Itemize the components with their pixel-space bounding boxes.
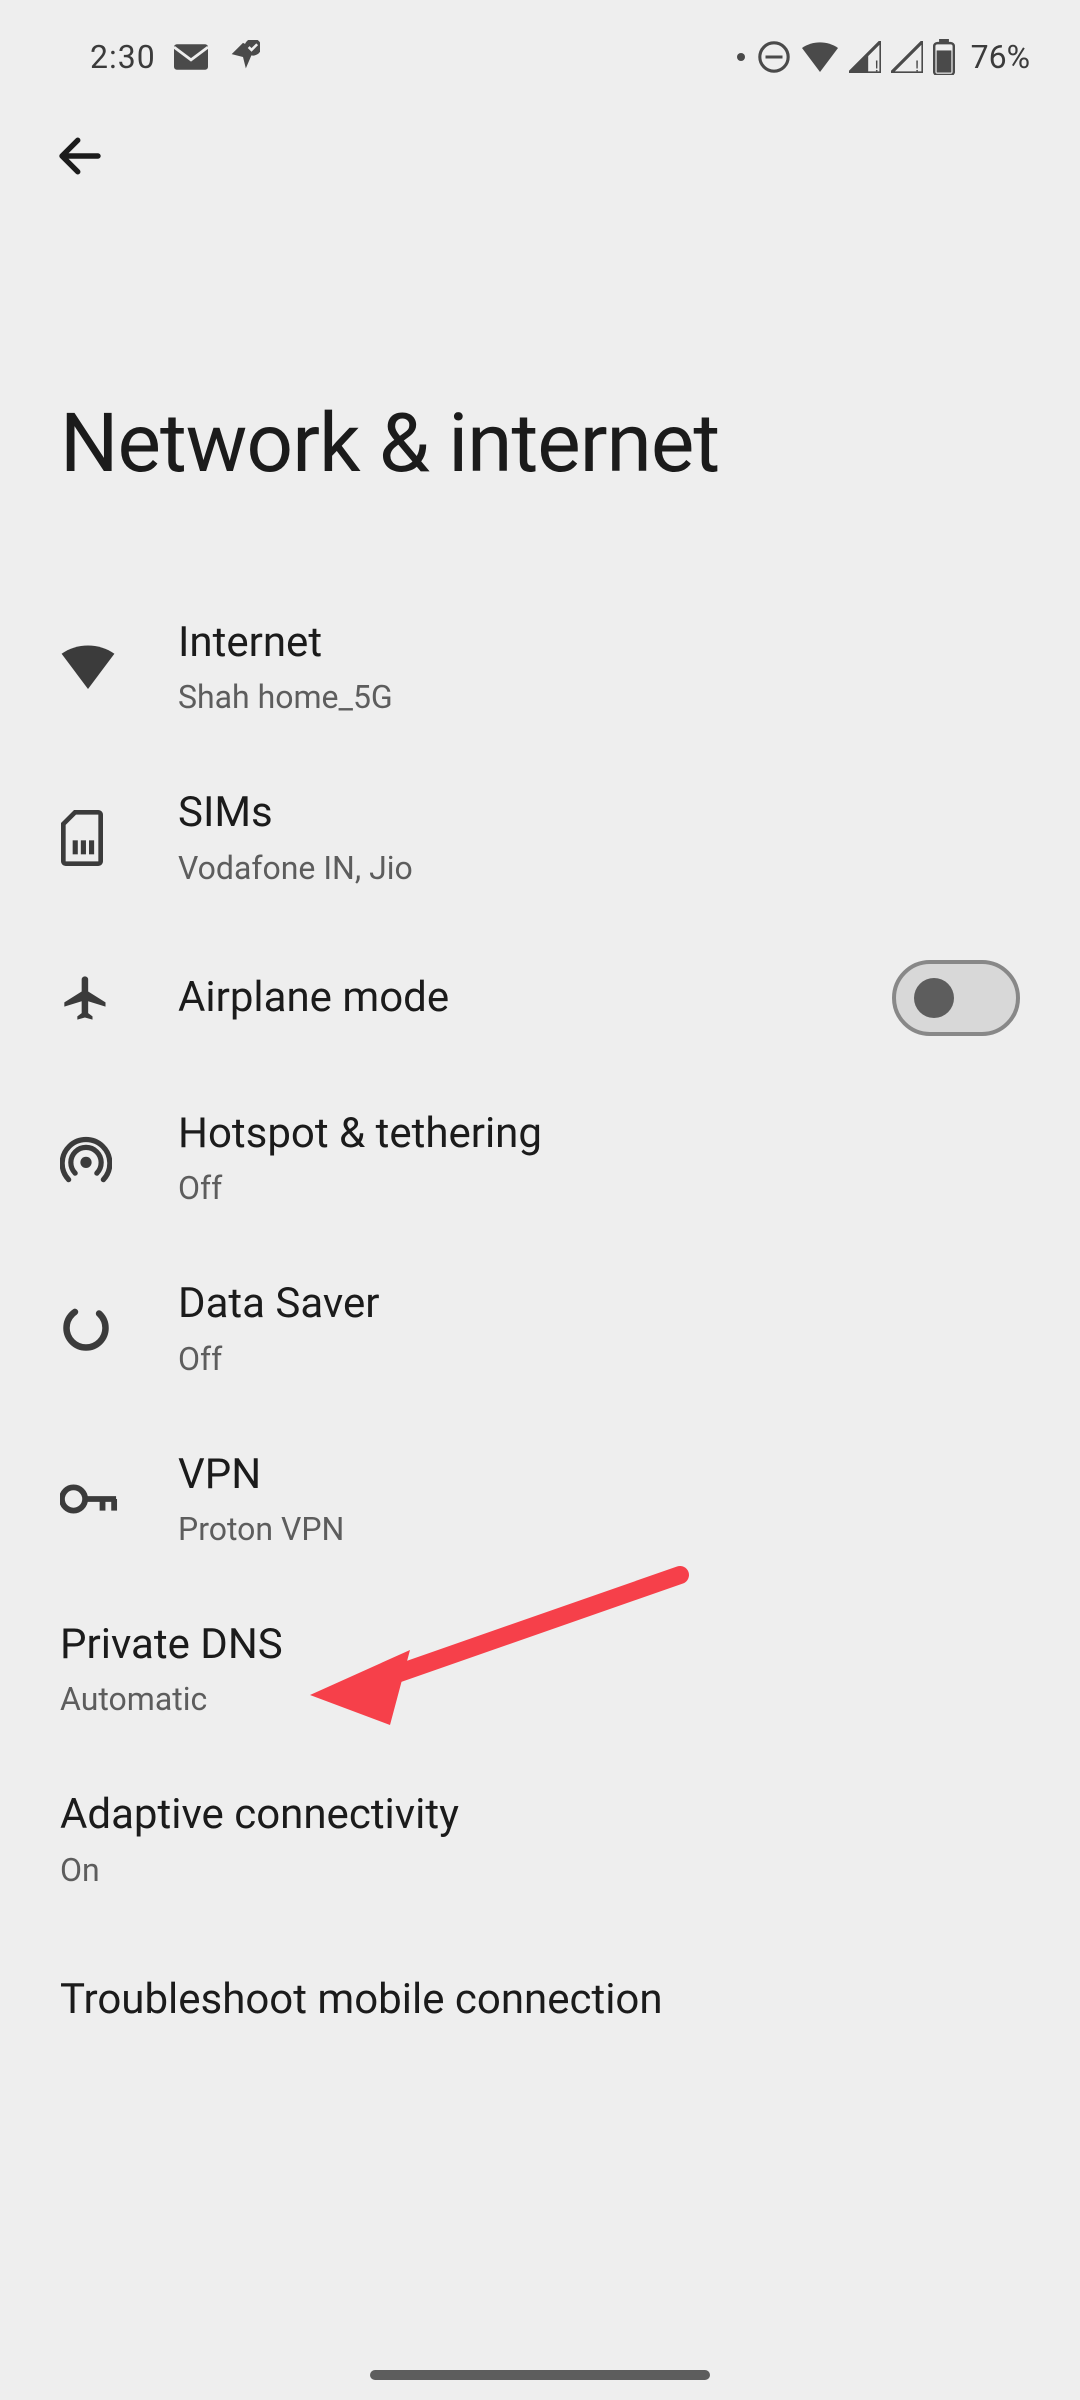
data-saver-icon — [60, 1302, 178, 1354]
setting-adaptive-connectivity[interactable]: Adaptive connectivity On — [0, 1754, 1080, 1924]
setting-sims[interactable]: SIMs Vodafone IN, Jio — [0, 752, 1080, 922]
hotspot-icon — [60, 1132, 178, 1184]
setting-subtitle: Vodafone IN, Jio — [178, 849, 1020, 887]
setting-data-saver[interactable]: Data Saver Off — [0, 1243, 1080, 1413]
mail-icon — [174, 44, 208, 70]
setting-title: SIMs — [178, 788, 1020, 838]
dot-icon — [735, 51, 747, 63]
page-title: Network & internet — [0, 186, 1080, 582]
do-not-disturb-icon — [757, 40, 791, 74]
gesture-bar — [370, 2370, 710, 2380]
setting-title: Troubleshoot mobile connection — [60, 1975, 1020, 2025]
setting-subtitle: Off — [178, 1340, 1020, 1378]
airplane-toggle[interactable] — [892, 960, 1020, 1036]
battery-icon — [933, 39, 955, 75]
setting-troubleshoot[interactable]: Troubleshoot mobile connection — [0, 1925, 1080, 2075]
setting-title: VPN — [178, 1450, 1020, 1500]
setting-airplane-mode[interactable]: Airplane mode — [0, 923, 1080, 1073]
settings-list: Internet Shah home_5G SIMs Vodafone IN, … — [0, 582, 1080, 2075]
cell-signal-1-icon: ! — [849, 41, 881, 73]
sim-icon — [60, 810, 178, 866]
wifi-icon — [801, 42, 839, 72]
svg-text:!: ! — [874, 56, 878, 73]
toolbar — [0, 90, 1080, 186]
setting-subtitle: Off — [178, 1169, 1020, 1207]
setting-title: Adaptive connectivity — [60, 1790, 1020, 1840]
location-check-icon — [226, 40, 260, 74]
arrow-left-icon — [53, 129, 107, 183]
setting-title: Data Saver — [178, 1279, 1020, 1329]
setting-title: Private DNS — [60, 1620, 1020, 1670]
setting-title: Hotspot & tethering — [178, 1109, 1020, 1159]
setting-subtitle: Shah home_5G — [178, 678, 1020, 716]
setting-private-dns[interactable]: Private DNS Automatic — [0, 1584, 1080, 1754]
status-time: 2:30 — [90, 38, 156, 76]
cell-signal-2-icon: ! — [891, 41, 923, 73]
setting-title: Airplane mode — [178, 973, 892, 1023]
status-bar: 2:30 ! ! 76% — [0, 0, 1080, 90]
battery-text: 76% — [971, 38, 1030, 76]
toggle-knob — [914, 978, 954, 1018]
setting-vpn[interactable]: VPN Proton VPN — [0, 1414, 1080, 1584]
back-button[interactable] — [50, 126, 110, 186]
svg-text:!: ! — [915, 56, 919, 73]
setting-subtitle: Proton VPN — [178, 1510, 1020, 1548]
setting-subtitle: On — [60, 1851, 1020, 1889]
key-icon — [60, 1482, 178, 1516]
setting-subtitle: Automatic — [60, 1680, 1020, 1718]
airplane-icon — [60, 972, 178, 1024]
setting-title: Internet — [178, 618, 1020, 668]
wifi-icon — [60, 645, 178, 689]
setting-internet[interactable]: Internet Shah home_5G — [0, 582, 1080, 752]
setting-hotspot[interactable]: Hotspot & tethering Off — [0, 1073, 1080, 1243]
